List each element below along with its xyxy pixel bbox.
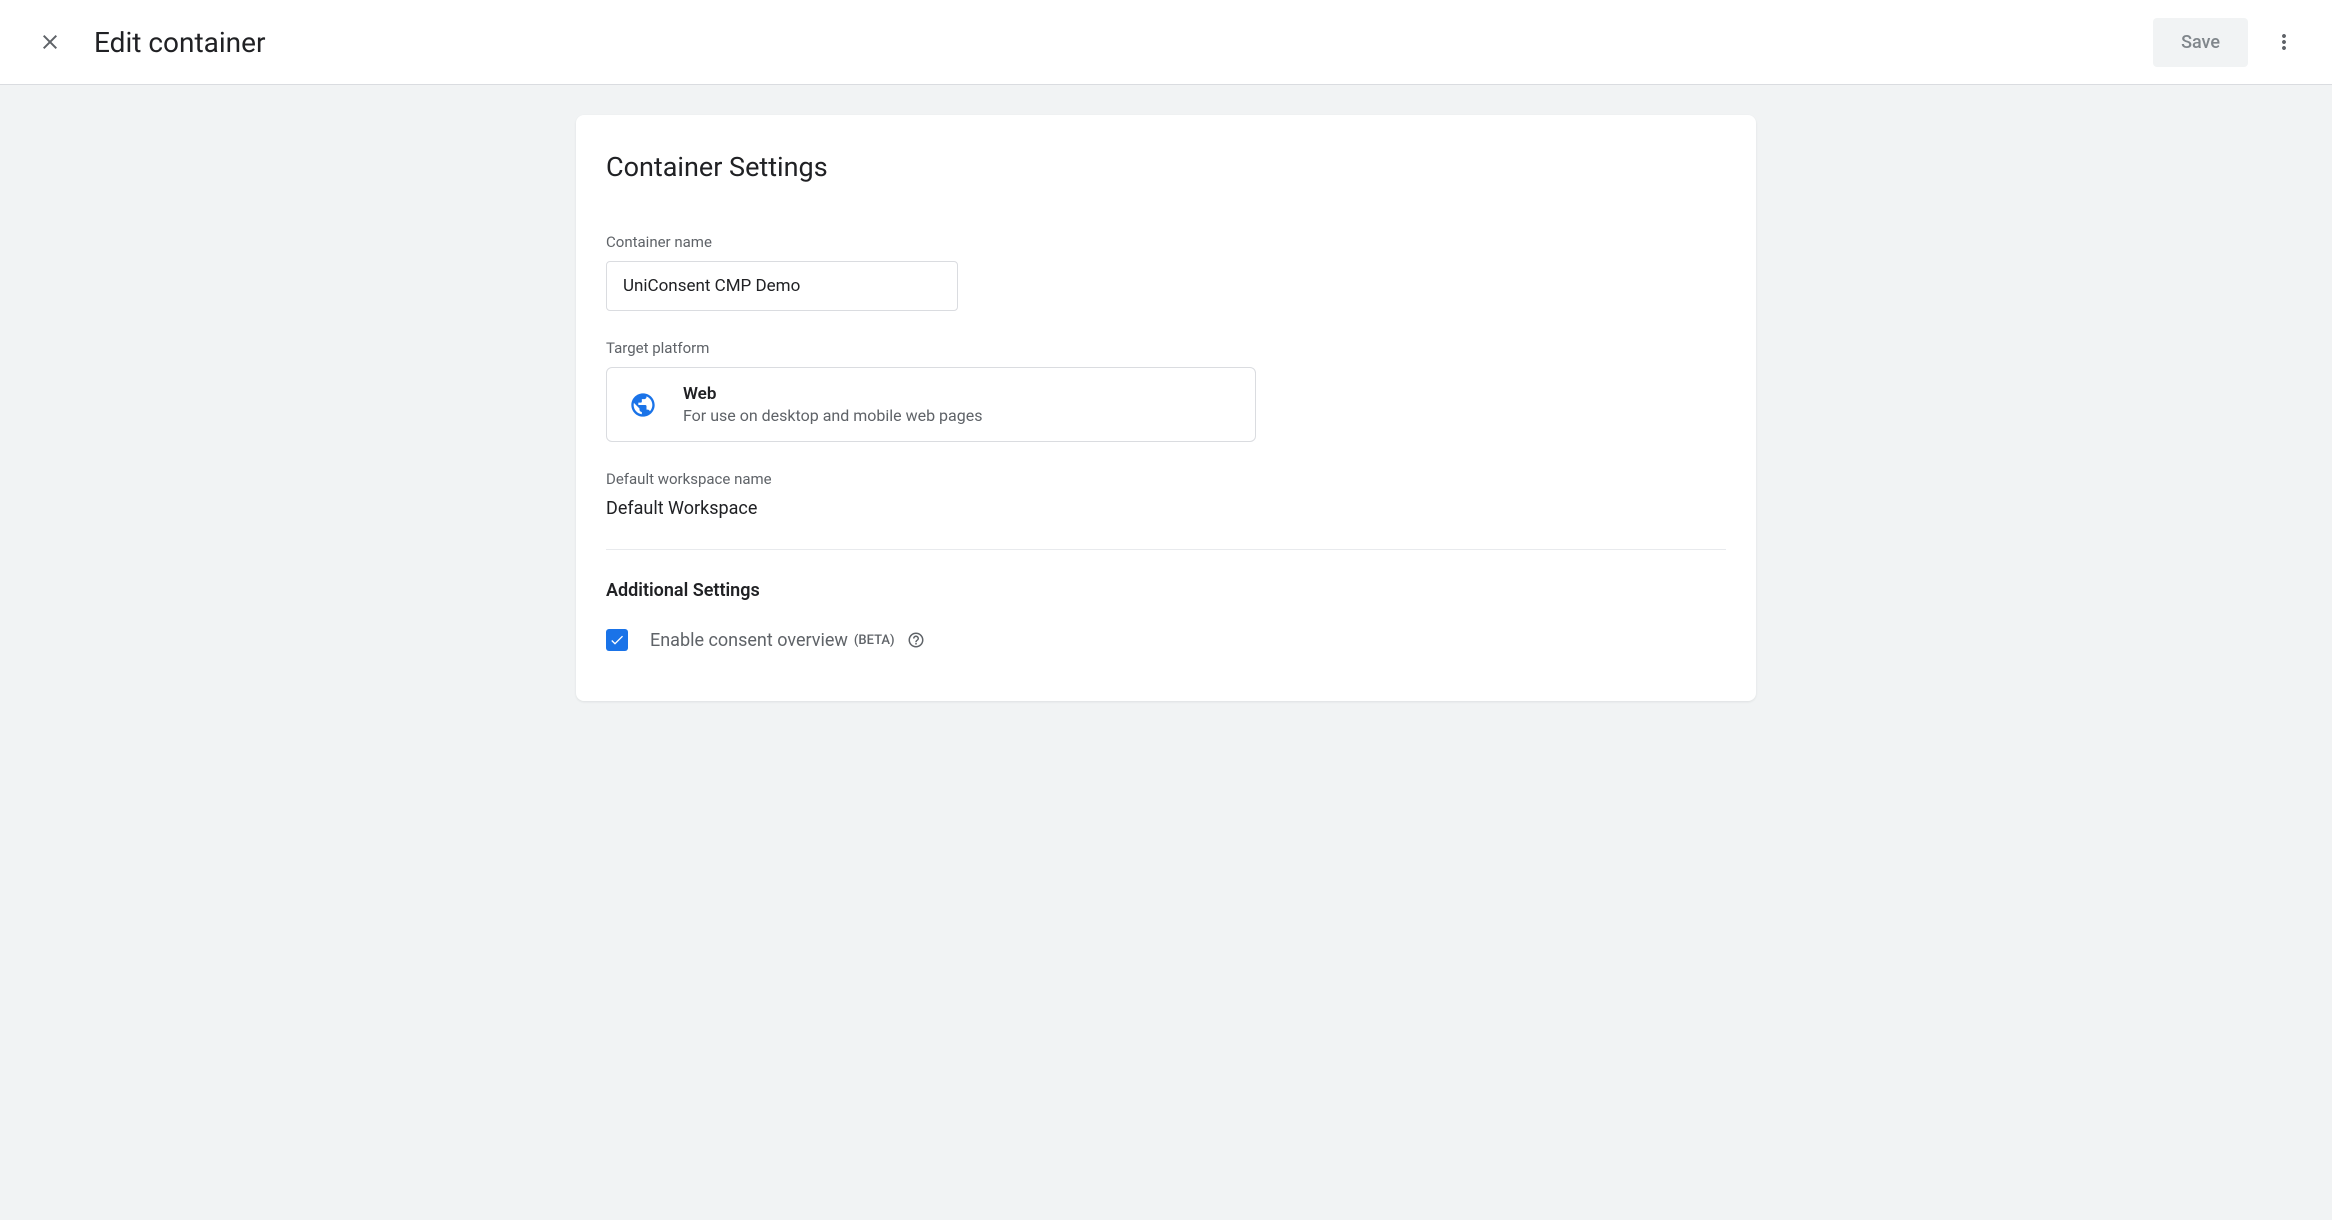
container-name-input[interactable] <box>606 261 958 311</box>
consent-overview-checkbox[interactable] <box>606 629 628 651</box>
consent-overview-row: Enable consent overview (BETA) <box>606 629 1726 651</box>
platform-description: For use on desktop and mobile web pages <box>683 406 982 425</box>
additional-settings-title: Additional Settings <box>606 580 1726 601</box>
help-button[interactable] <box>907 631 925 649</box>
target-platform-section: Target platform Web For use on desktop a… <box>606 339 1726 442</box>
more-options-button[interactable] <box>2264 22 2304 62</box>
consent-overview-text: Enable consent overview <box>650 630 848 651</box>
close-button[interactable] <box>30 22 70 62</box>
platform-name: Web <box>683 384 982 404</box>
container-name-section: Container name <box>606 233 1726 311</box>
page-title: Edit container <box>94 26 265 59</box>
platform-text: Web For use on desktop and mobile web pa… <box>683 384 982 425</box>
workspace-section: Default workspace name Default Workspace <box>606 470 1726 519</box>
platform-card[interactable]: Web For use on desktop and mobile web pa… <box>606 367 1256 442</box>
workspace-label: Default workspace name <box>606 470 1726 488</box>
web-icon <box>627 389 659 421</box>
workspace-value: Default Workspace <box>606 498 1726 519</box>
consent-overview-label: Enable consent overview (BETA) <box>650 630 925 651</box>
content-area: Container Settings Container name Target… <box>0 85 2332 731</box>
help-icon <box>907 631 925 649</box>
save-button[interactable]: Save <box>2153 18 2248 67</box>
close-icon <box>38 30 62 54</box>
header-actions: Save <box>2153 18 2304 67</box>
card-title: Container Settings <box>606 151 1726 183</box>
settings-card: Container Settings Container name Target… <box>576 115 1756 701</box>
divider <box>606 549 1726 550</box>
container-name-label: Container name <box>606 233 1726 251</box>
beta-badge: (BETA) <box>854 633 895 648</box>
check-icon <box>609 632 625 648</box>
more-vert-icon <box>2272 30 2296 54</box>
header: Edit container Save <box>0 0 2332 85</box>
target-platform-label: Target platform <box>606 339 1726 357</box>
